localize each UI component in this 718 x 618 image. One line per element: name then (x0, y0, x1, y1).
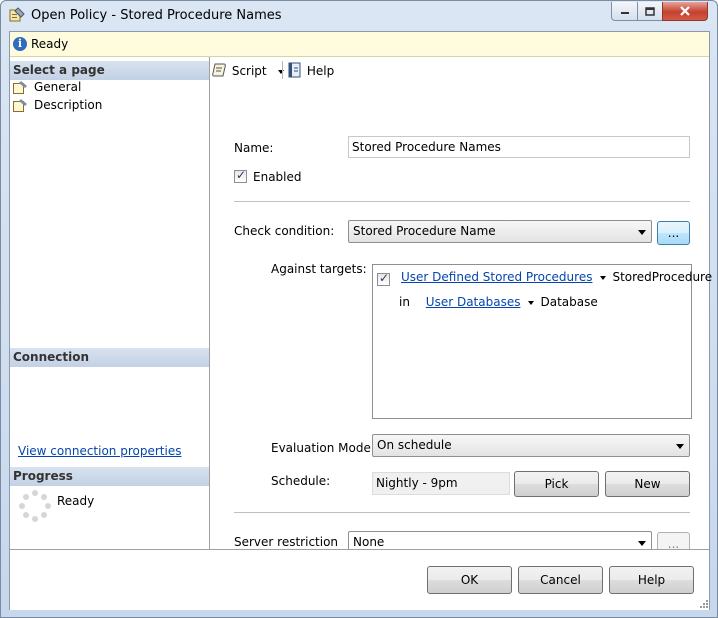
script-button[interactable]: Script (212, 62, 290, 78)
targets-box: ✓ User Defined Stored Procedures StoredPr… (372, 264, 712, 419)
target-row1-dropdown-icon[interactable] (600, 275, 607, 280)
general-page: Script Help Name: Stored Procedure Names… (210, 57, 712, 556)
title-bar[interactable]: Open Policy - Stored Procedure Names (1, 1, 717, 31)
help-toolbar-button[interactable]: Help (287, 62, 334, 78)
check-condition-select[interactable]: Stored Procedure Name (348, 220, 652, 243)
user-databases-link[interactable]: User Databases (426, 295, 521, 309)
page-item-description-label: Description (34, 98, 103, 112)
enabled-label[interactable]: Enabled (253, 170, 302, 184)
against-targets-label: Against targets: (271, 262, 367, 276)
name-label: Name: (234, 141, 274, 155)
page-wrench-icon (13, 99, 27, 112)
pick-schedule-button[interactable]: Pick (514, 471, 599, 497)
info-icon: i (13, 37, 27, 51)
check-mark-icon: ✓ (379, 271, 390, 285)
divider (234, 512, 690, 513)
maximize-icon (645, 6, 655, 16)
target-row-1: User Defined Stored Procedures StoredProc… (401, 270, 712, 284)
connection-header: Connection (10, 348, 209, 367)
target-row2-dropdown-icon[interactable] (528, 300, 535, 305)
target-row1-type: StoredProcedure (612, 270, 713, 284)
left-pane: Select a page General Description Connec… (10, 57, 210, 549)
check-mark-icon: ✓ (236, 168, 247, 182)
check-condition-ellipsis-button[interactable]: ... (657, 221, 690, 245)
connection-header-label: Connection (13, 350, 90, 364)
page-wrench-icon (13, 81, 27, 94)
chevron-down-icon (676, 444, 684, 449)
target-row2-in: in (399, 295, 410, 309)
close-icon (680, 6, 690, 16)
server-restriction-label: Server restriction (234, 535, 339, 549)
target-row2-type: Database (540, 295, 598, 309)
progress-header: Progress (10, 467, 209, 486)
page-item-general-label: General (34, 80, 82, 94)
evaluation-mode-label: Evaluation Mode: (271, 441, 375, 455)
target-checkbox[interactable]: ✓ (377, 271, 390, 286)
target-row-2: in User Databases Database (399, 295, 598, 309)
dialog-client-area: i Ready Select a page General Descriptio… (9, 31, 712, 610)
dialog-window: Open Policy - Stored Procedure Names i R… (0, 0, 718, 618)
help-book-icon (288, 62, 301, 78)
close-window-button[interactable] (662, 2, 708, 21)
minimize-icon (620, 12, 629, 14)
select-page-header-label: Select a page (13, 63, 105, 77)
status-bar: i Ready (10, 32, 709, 57)
chevron-down-icon (638, 541, 646, 546)
maximize-button[interactable] (637, 2, 663, 21)
evaluation-mode-select[interactable]: On schedule (372, 434, 690, 457)
check-condition-value: Stored Procedure Name (353, 224, 496, 238)
progress-spinner-icon (19, 490, 51, 522)
toolbar: Script Help (210, 57, 709, 83)
view-connection-properties-link[interactable]: View connection properties (18, 444, 181, 458)
progress-header-label: Progress (13, 469, 73, 483)
chevron-down-icon (638, 230, 646, 235)
server-restriction-value: None (353, 535, 385, 549)
help-button[interactable]: Help (609, 566, 694, 594)
dialog-footer: OK Cancel Help (10, 549, 709, 610)
divider (234, 201, 690, 202)
progress-status: Ready (57, 494, 95, 508)
schedule-label: Schedule: (271, 474, 331, 488)
policy-icon (9, 7, 25, 22)
evaluation-mode-value: On schedule (377, 438, 452, 452)
ok-button[interactable]: OK (427, 566, 512, 594)
enabled-checkbox[interactable]: ✓ (234, 168, 247, 183)
script-label: Script (231, 64, 267, 78)
name-field[interactable]: Stored Procedure Names (348, 136, 690, 158)
resize-grip-icon[interactable] (697, 598, 709, 610)
new-schedule-button[interactable]: New (605, 471, 690, 497)
check-condition-label: Check condition: (234, 224, 335, 238)
select-page-header: Select a page (10, 61, 209, 80)
help-toolbar-label: Help (306, 64, 335, 78)
status-text: Ready (31, 37, 69, 51)
window-title: Open Policy - Stored Procedure Names (31, 8, 282, 23)
schedule-field[interactable]: Nightly - 9pm (372, 472, 510, 495)
minimize-button[interactable] (611, 2, 638, 21)
script-icon (212, 63, 226, 77)
user-defined-stored-procedures-link[interactable]: User Defined Stored Procedures (401, 270, 592, 284)
cancel-button[interactable]: Cancel (518, 566, 603, 594)
toolbar-separator (282, 61, 283, 79)
